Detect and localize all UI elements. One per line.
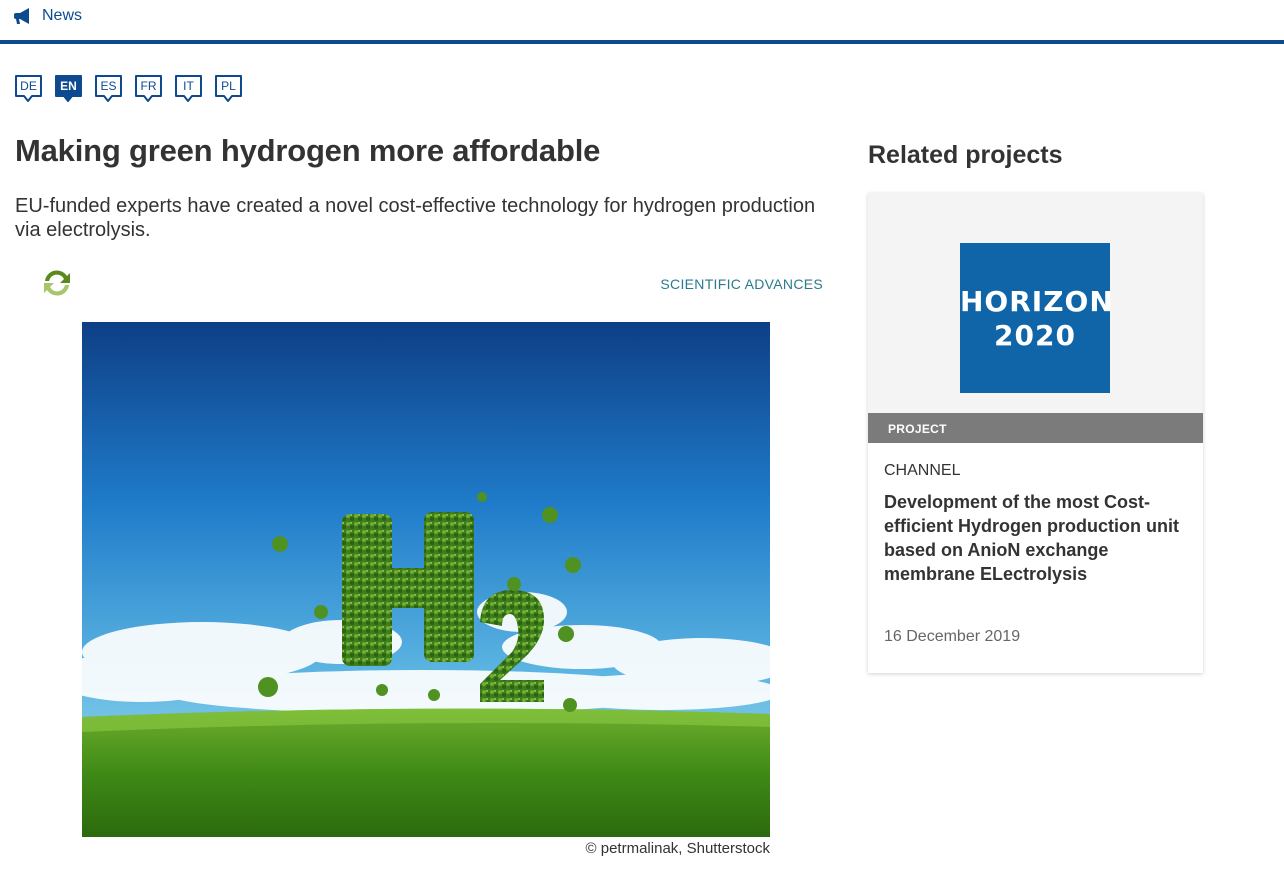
card-media: HORIZON 2020	[868, 193, 1203, 413]
hero-image	[82, 322, 770, 837]
lang-label: DE	[20, 79, 37, 93]
logo-line2: 2020	[994, 319, 1076, 352]
lang-fr[interactable]: FR	[134, 74, 163, 104]
lang-es[interactable]: ES	[94, 74, 123, 104]
related-projects-heading: Related projects	[868, 141, 1063, 169]
related-project-card[interactable]: HORIZON 2020 PROJECT CHANNEL Development…	[868, 193, 1203, 673]
card-channel: CHANNEL	[884, 462, 961, 479]
hydrogen-illustration	[82, 322, 770, 837]
lang-pl[interactable]: PL	[214, 74, 243, 104]
lang-label: EN	[60, 79, 77, 93]
horizon-2020-logo: HORIZON 2020	[960, 243, 1114, 393]
lang-de[interactable]: DE	[14, 74, 43, 104]
news-label: News	[42, 7, 83, 24]
category-link[interactable]: SCIENTIFIC ADVANCES	[660, 276, 823, 292]
lang-label: FR	[140, 79, 157, 93]
top-bar: News	[0, 0, 1284, 44]
refresh-icon	[44, 270, 70, 296]
language-selector: DE EN ES FR IT PL	[14, 74, 254, 104]
lang-label: IT	[183, 79, 194, 93]
lang-en[interactable]: EN	[54, 74, 83, 104]
news-link[interactable]: News	[14, 7, 82, 25]
lang-label: ES	[100, 79, 117, 93]
article-subtitle: EU-funded experts have created a novel c…	[15, 195, 816, 241]
article-title: Making green hydrogen more affordable	[15, 133, 601, 168]
lang-label: PL	[221, 79, 236, 93]
megaphone-icon	[14, 8, 29, 24]
logo-line1: HORIZON	[960, 285, 1114, 318]
card-type-tag: PROJECT	[868, 413, 1203, 443]
lang-it[interactable]: IT	[174, 74, 203, 104]
card-headline[interactable]: Development of the most Cost-efficient H…	[884, 490, 1189, 586]
card-date: 16 December 2019	[884, 628, 1021, 645]
image-credit: © petrmalinak, Shutterstock	[585, 840, 770, 857]
